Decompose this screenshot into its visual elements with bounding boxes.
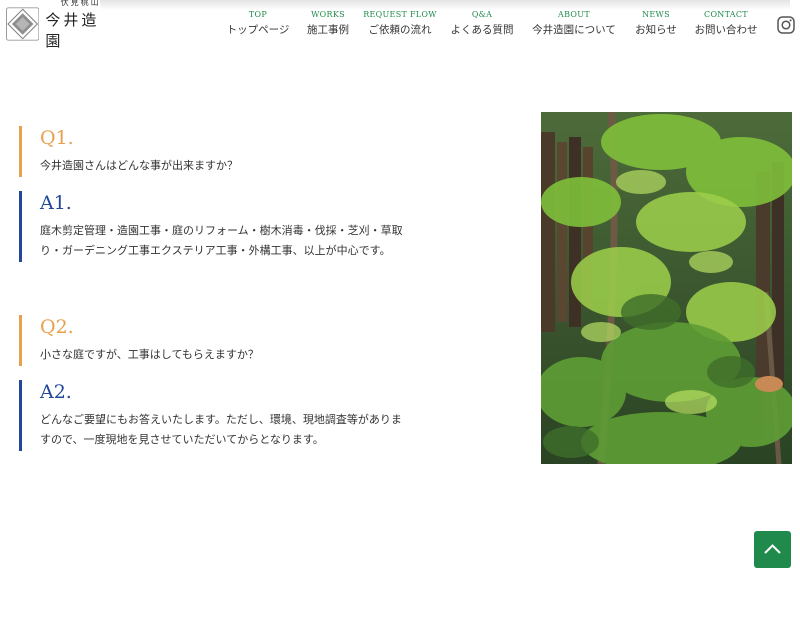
nav-item-about[interactable]: ABOUT 今井造園について — [532, 9, 616, 38]
nav-item-jp: 施工事例 — [307, 24, 349, 36]
answer-marker — [19, 191, 22, 262]
nav-item-news[interactable]: NEWS お知らせ — [635, 9, 677, 38]
nav-item-jp: トップページ — [226, 24, 290, 36]
nav-item-request-flow[interactable]: REQUEST FLOW ご依頼の流れ — [363, 9, 437, 38]
answer-line: り・ガーデニング工事エクステリア工事・外構工事、以上が中心です。 — [40, 244, 391, 257]
question-text: 今井造園さんはどんな事が出来ますか？ — [40, 159, 238, 172]
answer-text: どんなご要望にもお答えいたします。ただし、環境、現地調査等がありま すので、一度… — [40, 410, 460, 450]
main-nav: TOP トップページ WORKS 施工事例 REQUEST FLOW ご依頼の流… — [0, 9, 800, 39]
nav-item-top[interactable]: TOP トップページ — [227, 9, 290, 38]
question-marker — [19, 315, 22, 366]
nav-item-en: REQUEST FLOW — [363, 10, 437, 19]
nav-item-en: ABOUT — [558, 10, 590, 19]
answer-label: A1. — [40, 192, 72, 214]
back-to-top-button[interactable] — [754, 531, 791, 568]
nav-item-jp: よくある質問 — [450, 24, 514, 36]
nav-item-en: CONTACT — [704, 10, 748, 19]
nav-item-en: Q&A — [471, 10, 493, 19]
question-label: Q2. — [40, 316, 74, 338]
nav-item-jp: 今井造園について — [532, 24, 616, 36]
nav-item-jp: お知らせ — [635, 24, 677, 36]
nav-item-qa[interactable]: Q&A よくある質問 — [451, 9, 514, 38]
answer-line: 庭木剪定管理・造園工事・庭のリフォーム・樹木消毒・伐採・芝刈・草取 — [40, 224, 403, 237]
nav-item-jp: ご依頼の流れ — [368, 24, 432, 36]
nav-item-en: TOP — [248, 10, 268, 19]
answer-line: どんなご要望にもお答えいたします。ただし、環境、現地調査等がありま — [40, 413, 402, 426]
brand-sub: 伏見桃山 — [60, 0, 101, 7]
question-label: Q1. — [40, 127, 74, 149]
nav-item-works[interactable]: WORKS 施工事例 — [307, 9, 349, 38]
garden-foliage-image — [541, 112, 792, 464]
nav-item-en: NEWS — [642, 10, 670, 19]
chevron-up-icon — [764, 544, 781, 554]
nav-item-en: WORKS — [311, 10, 345, 19]
question-text: 小さな庭ですが、工事はしてもらえますか？ — [40, 348, 259, 361]
question-marker — [19, 126, 22, 177]
nav-item-contact[interactable]: CONTACT お問い合わせ — [695, 9, 758, 38]
answer-marker — [19, 380, 22, 451]
instagram-icon[interactable] — [777, 16, 795, 34]
nav-item-jp: お問い合わせ — [694, 24, 758, 36]
answer-line: すので、一度現地を見させていただいてからとなります。 — [40, 433, 324, 446]
site-header: 伏見桃山 今井造園 TOP トップページ WORKS 施工事例 REQUEST … — [0, 0, 800, 50]
answer-text: 庭木剪定管理・造園工事・庭のリフォーム・樹木消毒・伐採・芝刈・草取 り・ガーデニ… — [40, 221, 460, 261]
answer-label: A2. — [40, 381, 72, 403]
garden-photo — [541, 112, 792, 464]
